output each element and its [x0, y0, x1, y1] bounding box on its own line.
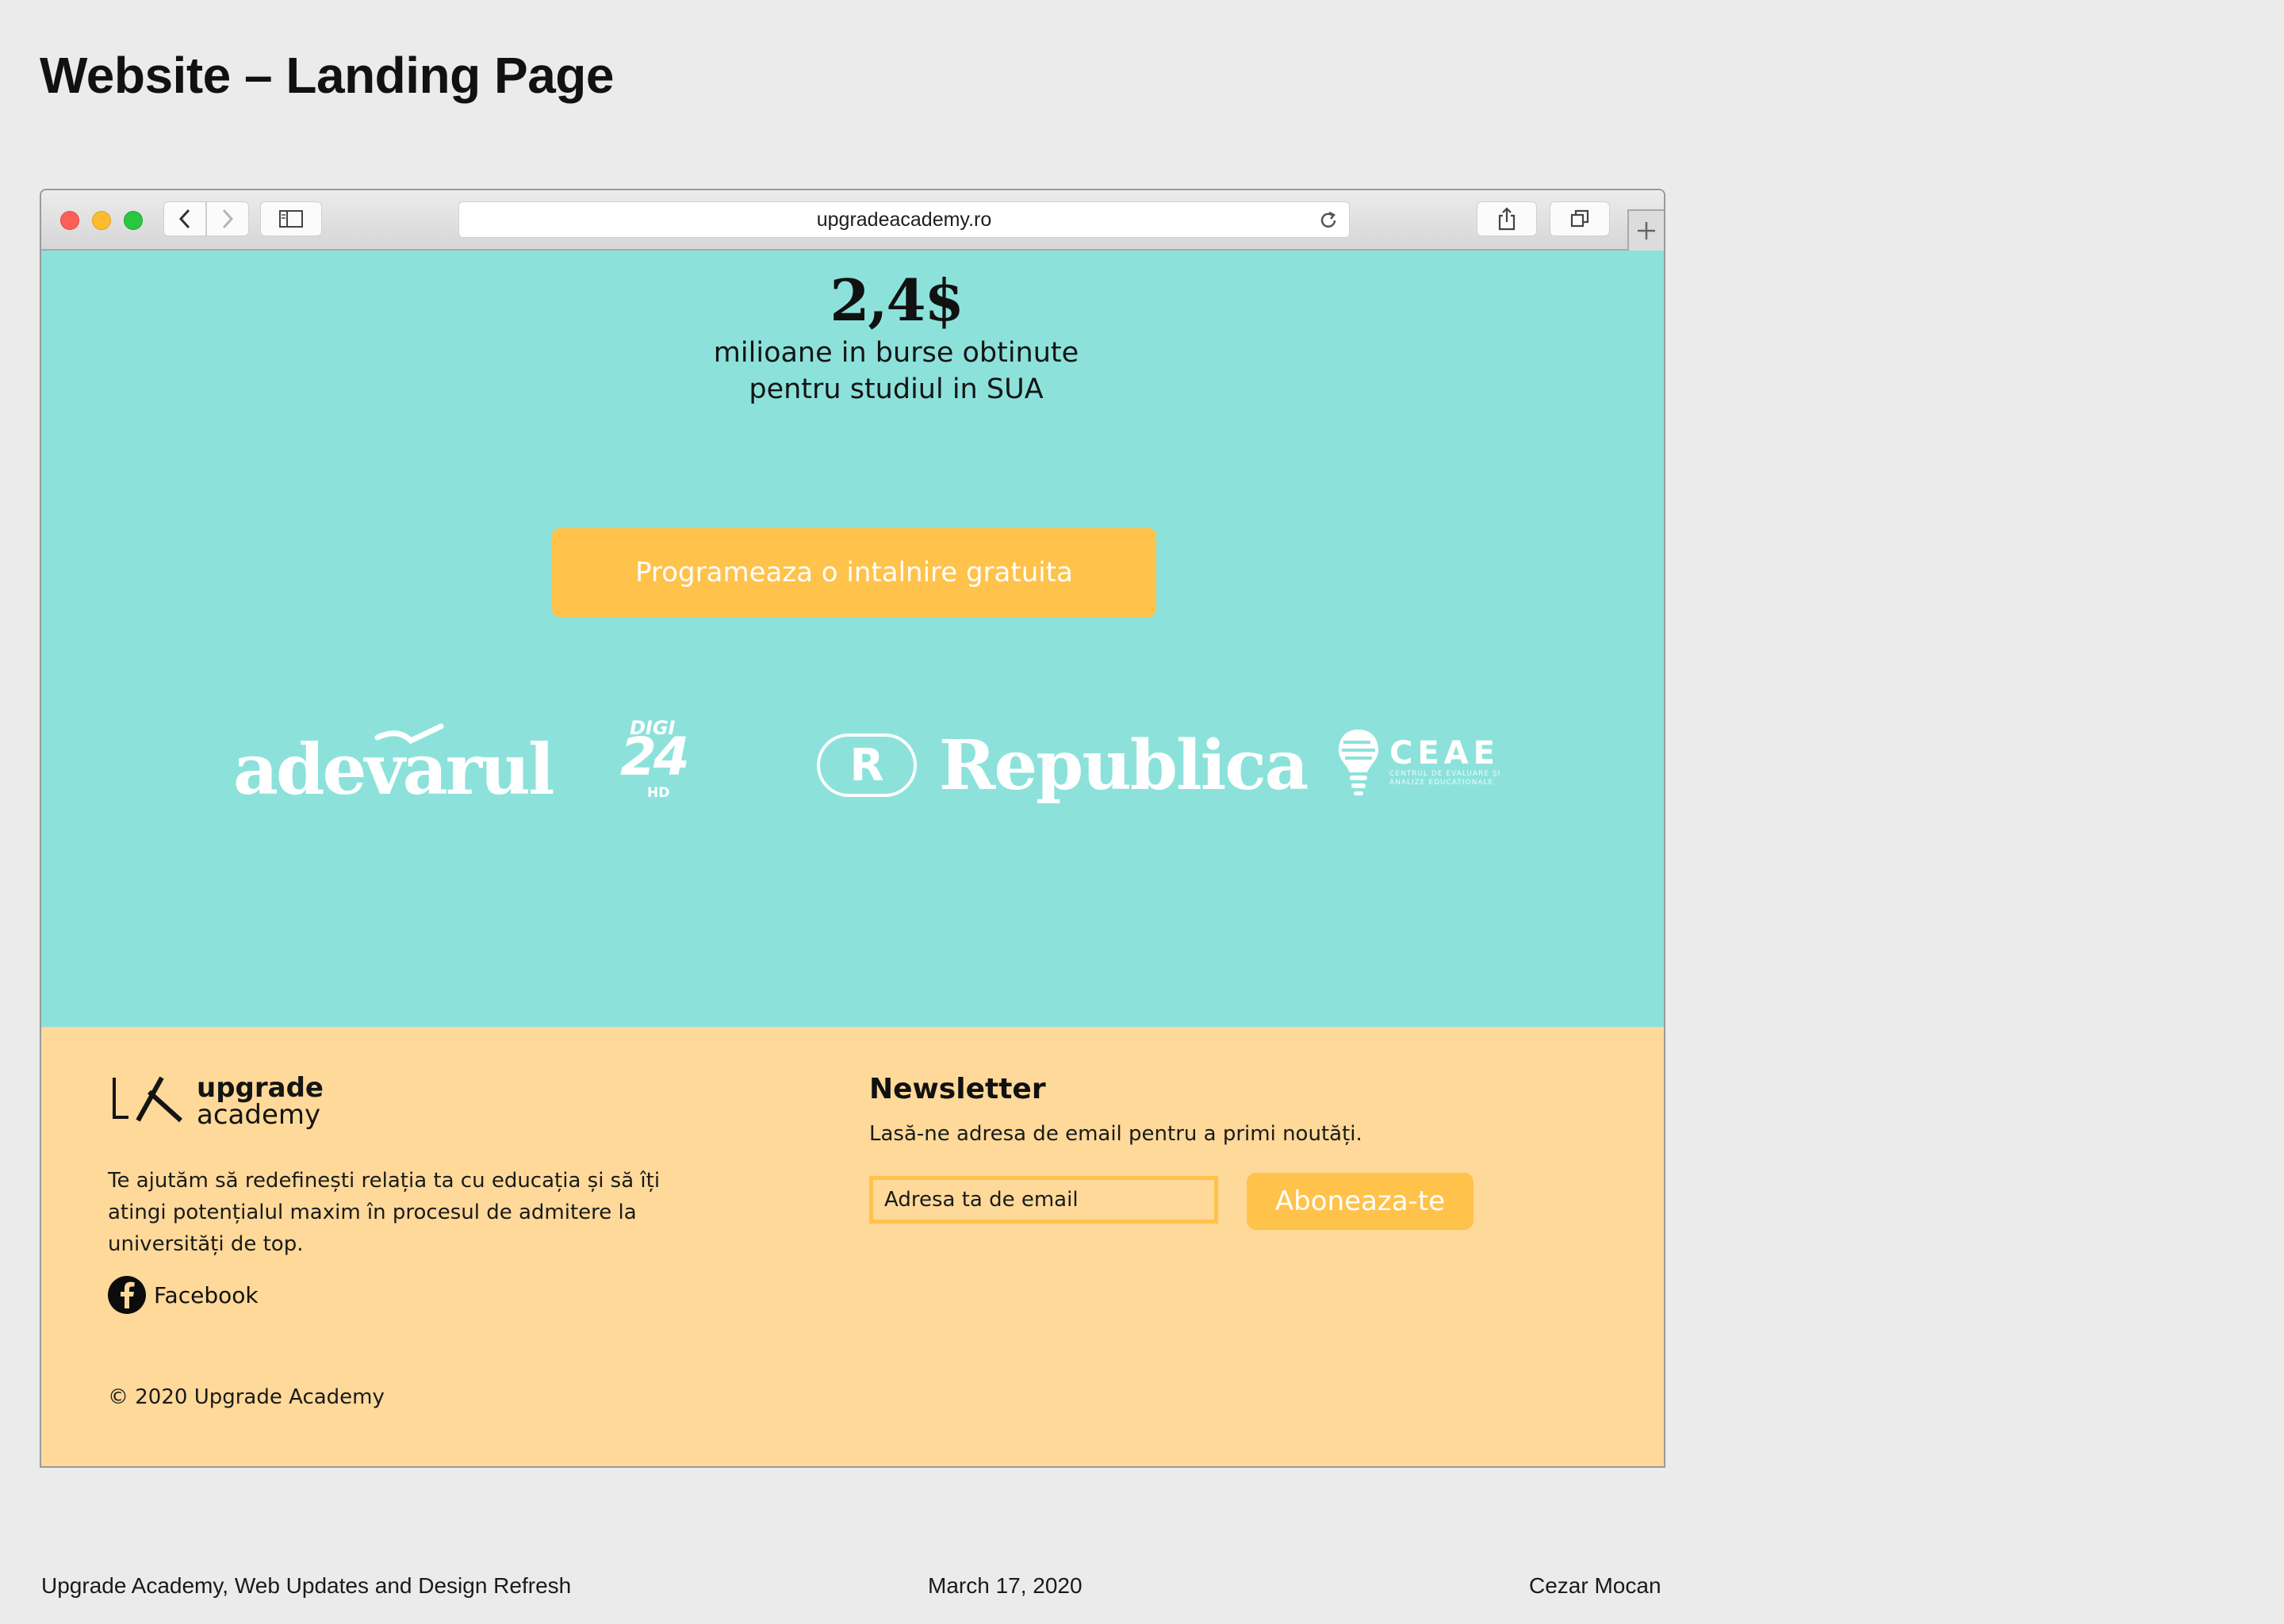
sidebar-icon [279, 210, 303, 228]
schedule-meeting-button[interactable]: Programeaza o intalnire gratuita [552, 528, 1156, 617]
address-bar[interactable]: upgradeacademy.ro [458, 201, 1350, 238]
ceae-logo[interactable]: CEAE CENTRUL DE EVALUARE ȘI ANALIZE EDUC… [1336, 726, 1500, 798]
facebook-icon [108, 1276, 146, 1314]
stat-value: 2,4$ [830, 266, 964, 334]
plus-icon [1638, 222, 1655, 239]
chevron-left-icon [178, 209, 190, 229]
ceae-text-block: CEAE CENTRUL DE EVALUARE ȘI ANALIZE EDUC… [1389, 737, 1500, 787]
stat-caption-line-2: pentru studiul in SUA [749, 373, 1044, 405]
stat-caption: milioane in burse obtinute pentru studiu… [41, 335, 1664, 408]
browser-toolbar: upgradeacademy.ro [41, 190, 1664, 251]
site-footer: upgrade academy Te ajutăm să redefinești… [41, 1027, 1664, 1466]
republica-logo[interactable]: R Republica [817, 722, 1309, 809]
press-logos: adevarul DIGI 24 HD R Republica CEAE CEN… [41, 695, 1664, 853]
reload-icon[interactable] [1317, 209, 1339, 232]
newsletter-description: Lasă-ne adresa de email pentru a primi n… [869, 1122, 1362, 1146]
facebook-label: Facebook [154, 1281, 259, 1308]
presentation-date: March 17, 2020 [928, 1573, 1083, 1598]
brand-line-2: academy [197, 1099, 321, 1131]
email-field[interactable] [869, 1176, 1218, 1224]
digi-number: 24 [620, 726, 690, 787]
stat-caption-line-1: milioane in burse obtinute [713, 337, 1079, 369]
back-button[interactable] [163, 201, 206, 236]
adevarul-logo[interactable]: adevarul [233, 723, 554, 810]
page-title: Website – Landing Page [40, 47, 614, 104]
share-button[interactable] [1477, 201, 1537, 236]
upgrade-academy-logo-icon [113, 1076, 183, 1123]
minimize-window-button[interactable] [92, 211, 111, 230]
tabs-overview-button[interactable] [1550, 201, 1610, 236]
hero-section: 2,4$ milioane in burse obtinute pentru s… [41, 251, 1664, 1027]
subscribe-button[interactable]: Aboneaza-te [1247, 1173, 1473, 1230]
copyright-text: © 2020 Upgrade Academy [108, 1385, 385, 1409]
sidebar-toggle-button[interactable] [260, 201, 322, 236]
digi-hd-label: HD [647, 785, 670, 801]
close-window-button[interactable] [60, 211, 79, 230]
ceae-wordmark: CEAE [1389, 735, 1500, 772]
facebook-link[interactable]: Facebook [108, 1276, 259, 1314]
lightbulb-icon [1339, 730, 1378, 795]
brand-logo[interactable]: upgrade academy [109, 1074, 324, 1128]
share-icon [1498, 207, 1516, 231]
new-tab-button[interactable] [1627, 209, 1664, 251]
browser-window: upgradeacademy.ro 2,4$ milioane in burse… [40, 189, 1665, 1468]
footer-tagline: Te ajutăm să redefinești relația ta cu e… [108, 1169, 661, 1256]
tabs-icon [1570, 209, 1589, 228]
ceae-subtitle-2: ANALIZE EDUCAȚIONALE [1389, 779, 1494, 787]
newsletter-title: Newsletter [869, 1073, 1046, 1105]
presentation-author: Cezar Mocan [1529, 1573, 1661, 1598]
ceae-subtitle-1: CENTRUL DE EVALUARE ȘI [1389, 770, 1501, 778]
republica-badge-icon: R [817, 733, 917, 797]
url-text: upgradeacademy.ro [816, 208, 992, 231]
adevarul-accent-mark [374, 723, 444, 745]
brand-line-1: upgrade [197, 1072, 324, 1104]
brand-text: upgrade academy [197, 1074, 324, 1128]
digi24-logo[interactable]: DIGI 24 HD [620, 717, 704, 812]
chevron-right-icon [222, 209, 234, 229]
forward-button[interactable] [206, 201, 249, 236]
presentation-title: Upgrade Academy, Web Updates and Design … [41, 1573, 572, 1598]
republica-wordmark: Republica [939, 725, 1309, 806]
zoom-window-button[interactable] [124, 211, 143, 230]
